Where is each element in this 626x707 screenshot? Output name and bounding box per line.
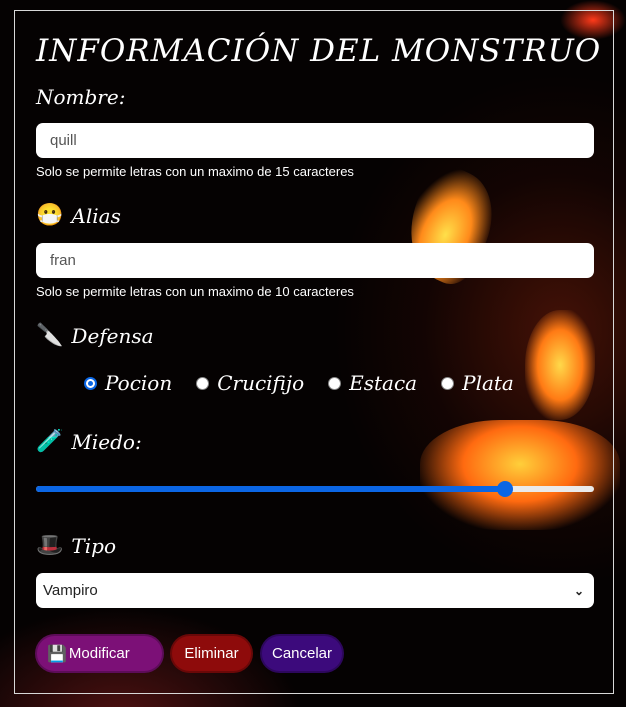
radio-button[interactable]: [441, 376, 455, 390]
radio-button[interactable]: [328, 376, 342, 390]
modificar-label: Modificar: [68, 645, 130, 662]
cancelar-button[interactable]: Cancelar: [260, 634, 344, 673]
radio-button[interactable]: [84, 376, 97, 390]
modificar-button[interactable]: 💾 Modificar: [35, 634, 164, 673]
radio-label: Pocion: [105, 371, 173, 395]
miedo-slider[interactable]: [36, 481, 594, 497]
nombre-label: Nombre:: [36, 85, 125, 109]
miedo-label: 🧪 Miedo:: [36, 429, 142, 454]
eliminar-button[interactable]: Eliminar: [170, 634, 253, 673]
radio-pocion[interactable]: Pocion: [84, 371, 172, 395]
potion-icon: 🧪: [36, 429, 64, 454]
defensa-label: 🔪 Defensa: [36, 323, 154, 348]
form-title: Información del monstruo: [36, 33, 602, 69]
radio-crucifijo[interactable]: Crucifijo: [196, 371, 304, 395]
defensa-radio-group: Pocion Crucifijo Estaca Plata: [84, 371, 514, 395]
radio-label: Crucifijo: [217, 371, 305, 395]
radio-label: Plata: [462, 371, 514, 395]
slider-fill: [36, 486, 505, 492]
hockey-mask-icon: 😷: [36, 203, 64, 228]
radio-button[interactable]: [196, 376, 210, 390]
tipo-select[interactable]: Vampiro ⌄: [36, 573, 594, 608]
tipo-selected-value: Vampiro: [43, 582, 98, 599]
radio-label: Estaca: [349, 371, 418, 395]
defensa-label-text: Defensa: [71, 323, 154, 348]
witch-hat-icon: 🎩: [36, 533, 64, 558]
tipo-label-text: Tipo: [71, 533, 116, 558]
floppy-disk-icon: 💾: [47, 645, 67, 663]
nombre-hint: Solo se permite letras con un maximo de …: [36, 164, 354, 179]
radio-plata[interactable]: Plata: [441, 371, 514, 395]
monster-form-card: Información del monstruo Nombre: Solo se…: [14, 10, 614, 694]
tipo-label: 🎩 Tipo: [36, 533, 116, 558]
alias-hint: Solo se permite letras con un maximo de …: [36, 284, 354, 299]
alias-label: 😷 Alias: [36, 203, 121, 228]
radio-estaca[interactable]: Estaca: [328, 371, 417, 395]
cleaver-icon: 🔪: [36, 323, 64, 348]
slider-thumb[interactable]: [496, 481, 513, 497]
nombre-label-text: Nombre:: [36, 85, 126, 109]
alias-label-text: Alias: [71, 203, 121, 228]
alias-input[interactable]: [36, 243, 594, 278]
miedo-label-text: Miedo:: [71, 429, 142, 454]
nombre-input[interactable]: [36, 123, 594, 158]
chevron-down-icon: ⌄: [573, 583, 584, 598]
